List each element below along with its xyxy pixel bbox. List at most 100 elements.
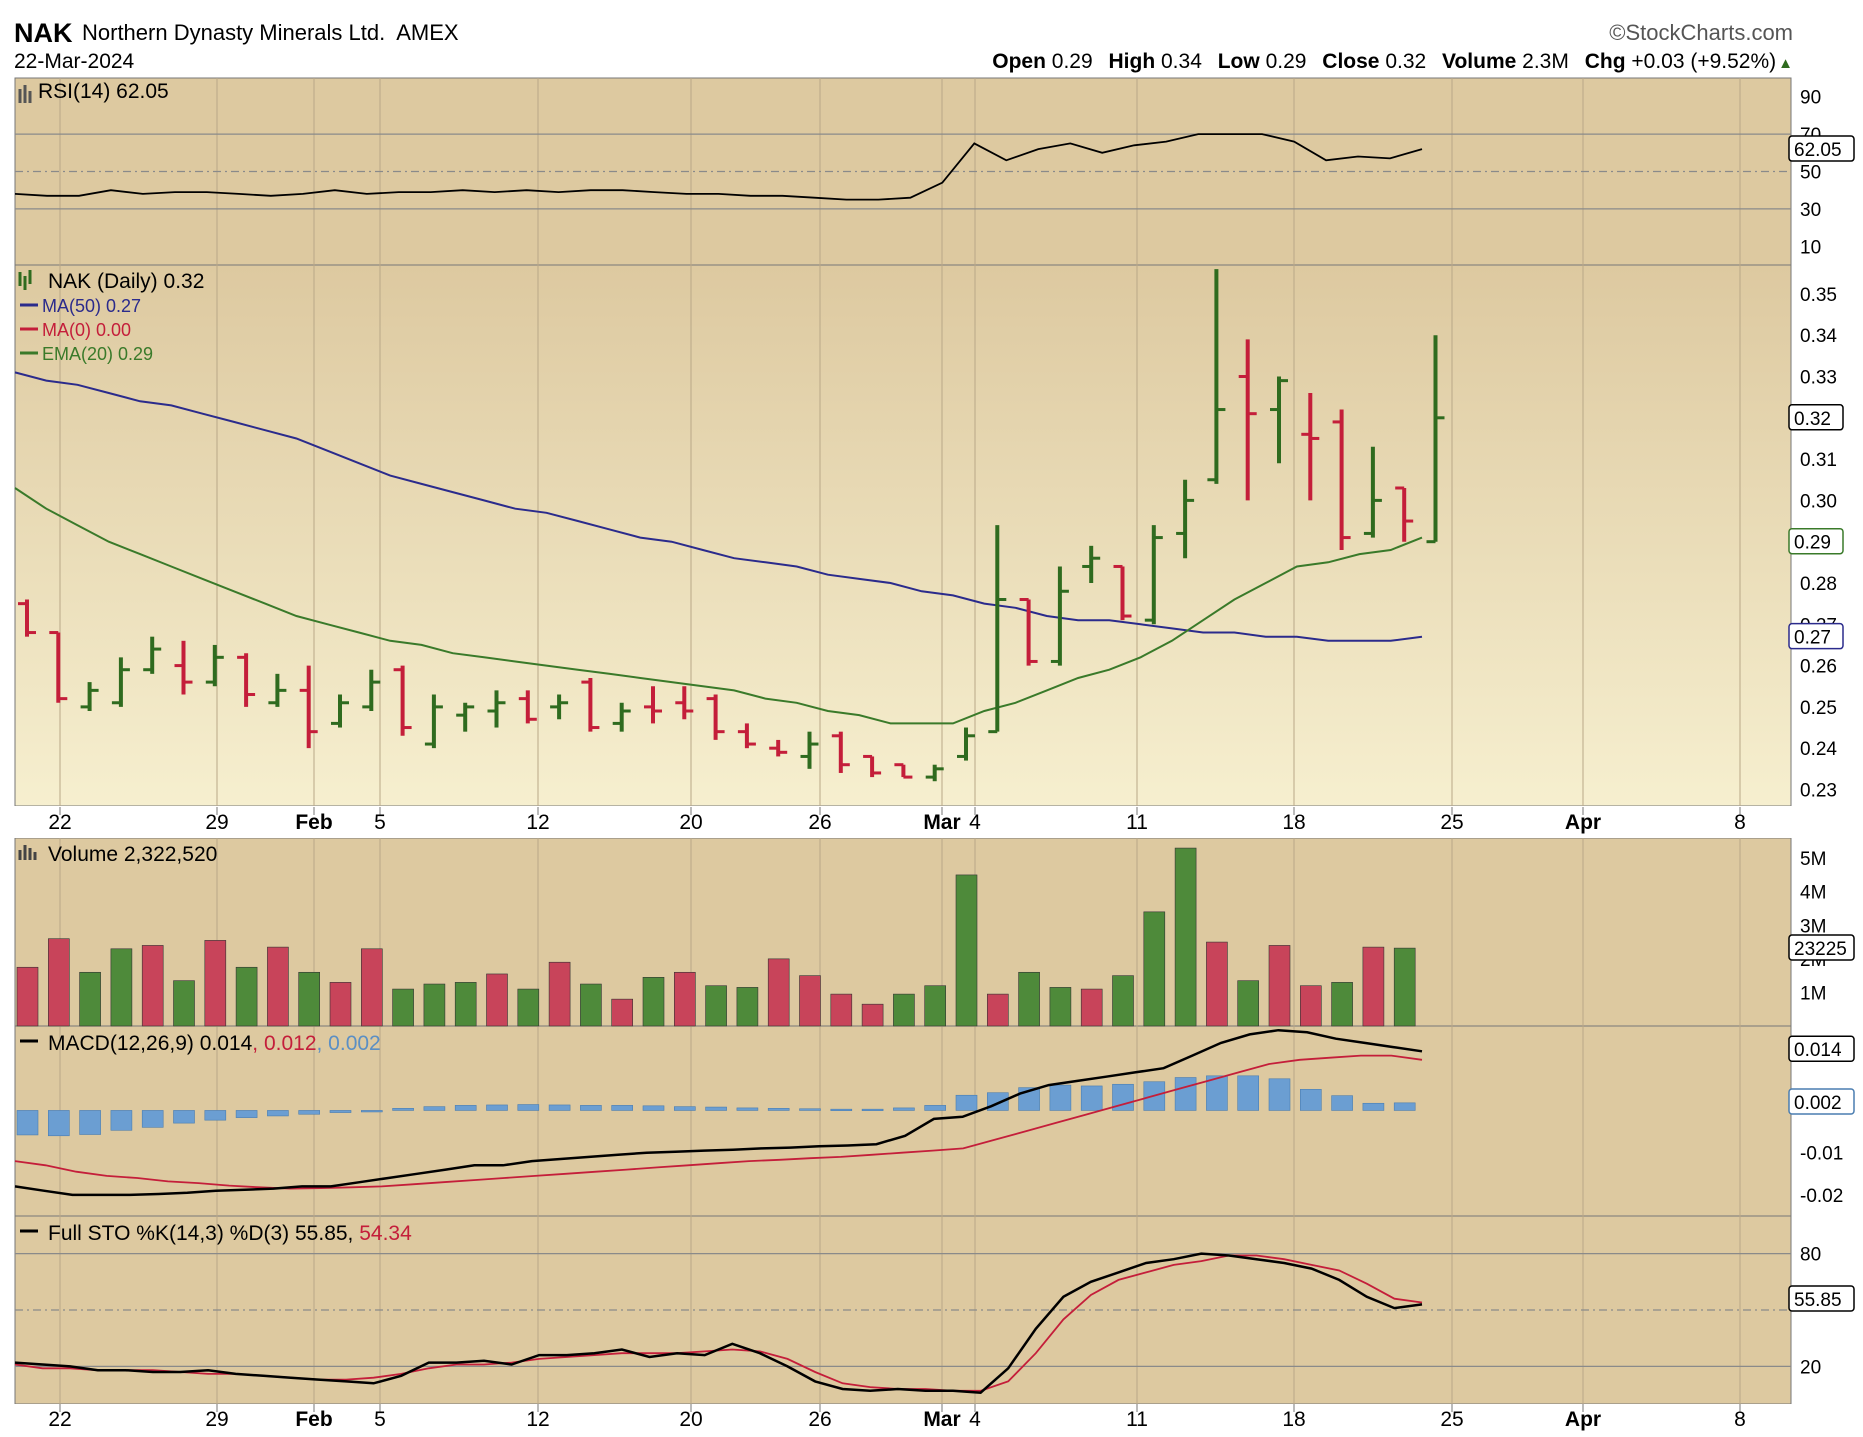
date-tick-label-top: 5 [374,811,386,834]
volume-bar [79,971,101,1027]
ma50-legend: MA(50) 0.27 [42,296,141,316]
volume-bar [47,938,70,1027]
price-tick-label: 0.25 [1800,698,1837,719]
volume-bar [204,940,227,1027]
macd-histogram-bar [517,1104,540,1111]
macd-histogram-bar [1080,1085,1103,1111]
volume-bar [1018,971,1040,1027]
panel-price [14,264,1792,807]
volume-bar [173,980,195,1027]
price-tick-label: 0.35 [1800,285,1837,306]
volume-bar [1331,982,1353,1027]
price-tick-label: 0.26 [1800,657,1837,678]
date-tick-label-bottom: Apr [1565,1408,1601,1431]
macd-histogram-bar [955,1094,978,1111]
date-tick-label-bottom: 25 [1440,1408,1463,1431]
macd-histogram-bar [705,1106,727,1111]
price-tick-label: 0.24 [1800,739,1837,760]
macd-histogram-bar [329,1110,352,1113]
volume-bar [673,971,696,1027]
volume-bar [1174,847,1197,1027]
macd-histogram-bar [454,1105,477,1111]
volume-tick-label: 1M [1800,983,1826,1004]
macd-histogram-bar [1174,1077,1197,1111]
price-tick-label: 0.33 [1800,368,1837,389]
volume-bar [16,966,39,1027]
price-tick-label: 0.23 [1800,780,1837,801]
date-tick-label-top: 11 [1126,811,1148,834]
volume-bar [799,975,821,1027]
volume-bar [955,874,978,1027]
date-tick-label-top: Feb [295,811,332,834]
macd-histogram-bar [204,1110,227,1121]
macd-histogram-bar [1268,1078,1291,1111]
macd-histogram-bar [924,1105,947,1111]
macd-histogram-bar [141,1110,164,1128]
date-tick-label-bottom: 22 [48,1408,71,1431]
stochastic-legend: Full STO %K(14,3) %D(3) 55.85, 54.34 [48,1222,412,1245]
volume-tick-label: 3M [1800,916,1826,937]
volume-bar [517,988,540,1027]
date-tick-label-top: Apr [1565,811,1601,834]
date-tick-label-bottom: 11 [1126,1408,1148,1431]
macd-histogram-bar [580,1105,602,1111]
volume-bar [360,948,383,1027]
volume-bar [611,998,634,1027]
rsi-legend: RSI(14) 62.05 [38,80,169,103]
date-tick-label-top: 26 [808,811,831,834]
volume-bar [110,948,133,1027]
volume-bar [830,993,853,1027]
stochastic-last-value: 55.85 [1794,1290,1842,1311]
volume-bar [1237,980,1259,1027]
rsi-tick-label: 50 [1800,163,1821,184]
price-last-value: 0.32 [1794,409,1831,430]
date-tick-label-top: 29 [205,811,228,834]
macd-histogram-bar [1049,1084,1072,1111]
macd-histogram-bar [1393,1102,1416,1111]
macd-histogram-bar [767,1108,790,1111]
date-tick-label-top: 18 [1282,811,1305,834]
volume-bar [1080,988,1103,1027]
volume-bar [924,985,947,1027]
volume-bar [486,973,508,1027]
volume-bar [580,983,602,1027]
volume-bar [1268,945,1291,1027]
volume-bar [141,945,164,1027]
volume-tick-label: 4M [1800,883,1826,904]
date-tick-label-top: 4 [969,811,981,834]
price-legend: NAK (Daily) 0.32 [48,270,204,293]
date-tick-label-top: 20 [679,811,702,834]
price-tick-label: 0.28 [1800,574,1837,595]
volume-bar [267,946,289,1027]
volume-bar [1300,985,1322,1027]
macd-histogram-bar [47,1110,70,1137]
macd-histogram-bar [673,1106,696,1111]
volume-bar [548,961,571,1027]
price-tick-label: 0.30 [1800,491,1837,512]
macd-histogram-bar [1300,1089,1322,1111]
volume-bar [392,988,414,1027]
volume-bar [893,993,915,1027]
date-tick-label-top: 25 [1440,811,1463,834]
macd-histogram-bar [486,1104,508,1111]
macd-histogram-bar [1362,1102,1385,1111]
date-tick-label-bottom: 18 [1282,1408,1305,1431]
volume-bar [423,983,446,1027]
macd-legend: MACD(12,26,9) 0.014, 0.012, 0.002 [48,1032,381,1055]
macd-histogram-bar [298,1110,321,1115]
price-tick-label: 0.31 [1800,450,1837,471]
date-tick-label-top: 22 [48,811,71,834]
date-tick-label-bottom: 5 [374,1408,386,1431]
volume-bar [1049,987,1072,1027]
rsi-last-value: 62.05 [1794,140,1842,161]
macd-histogram-bar [173,1110,195,1124]
volume-bar [1112,975,1134,1027]
macd-tick-label: -0.02 [1800,1186,1843,1207]
date-tick-label-bottom: 29 [205,1408,228,1431]
macd-histogram-bar [893,1107,915,1111]
macd-histogram-bar [799,1108,821,1111]
date-tick-label-bottom: 20 [679,1408,702,1431]
rsi-tick-label: 10 [1800,237,1821,258]
macd-histogram-bar [642,1105,665,1111]
macd-histogram-bar [392,1108,414,1111]
